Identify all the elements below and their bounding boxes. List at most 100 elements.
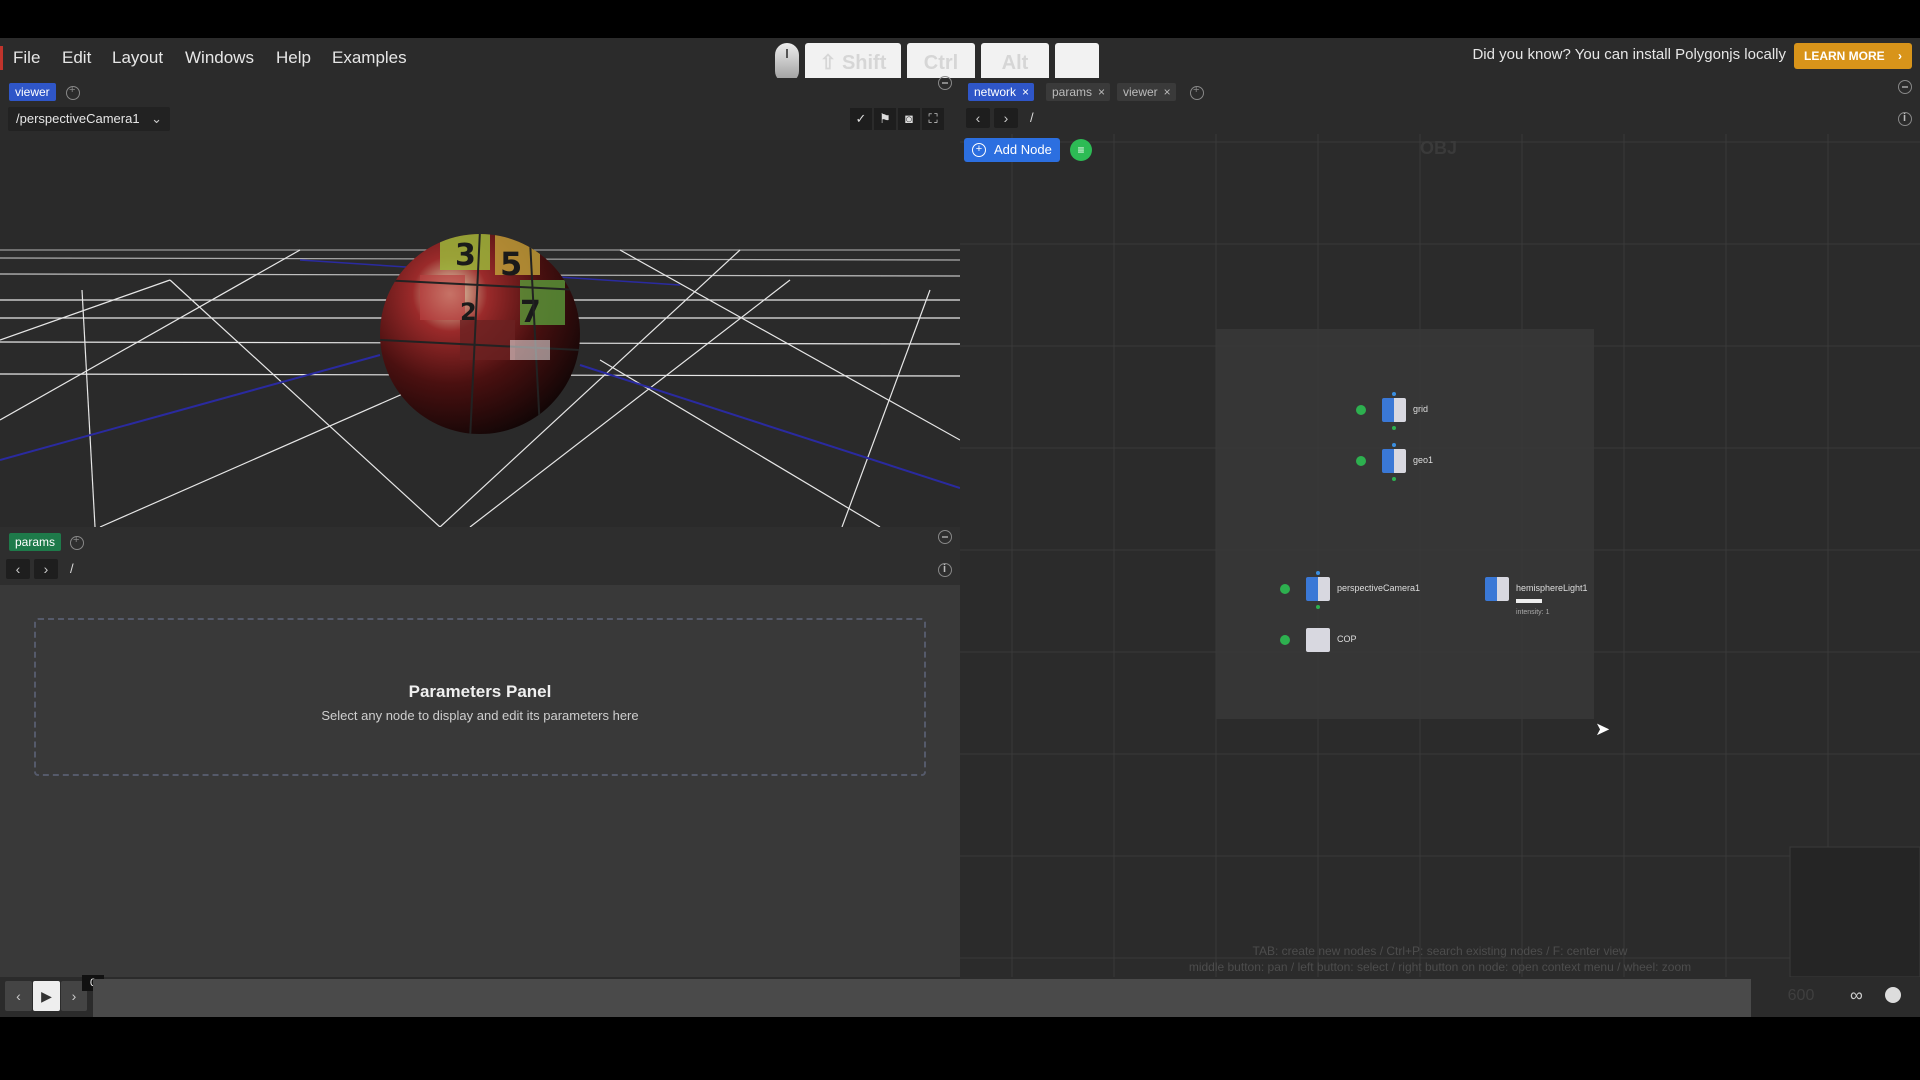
add-panel-icon[interactable] bbox=[1190, 84, 1204, 100]
tab-params[interactable]: params × bbox=[1046, 83, 1111, 101]
app-root: File Edit Layout Windows Help Examples ⇧… bbox=[0, 0, 1920, 1080]
back-button[interactable]: ‹ bbox=[966, 108, 990, 128]
timeline: ‹ ▶ › 0 600 ∞ bbox=[0, 975, 1920, 1017]
node-icon bbox=[1306, 577, 1330, 601]
intensity-bar bbox=[1516, 599, 1542, 603]
chevron-right-icon: › bbox=[1898, 49, 1902, 63]
tab-viewer[interactable]: viewer × bbox=[1117, 83, 1176, 101]
display-flag-icon[interactable] bbox=[1280, 635, 1290, 645]
mouse-icon bbox=[775, 43, 799, 83]
menu-help[interactable]: Help bbox=[276, 48, 311, 68]
forward-button[interactable]: › bbox=[994, 108, 1018, 128]
menu-bar: File Edit Layout Windows Help Examples ⇧… bbox=[0, 38, 1920, 83]
display-flag-icon[interactable] bbox=[1356, 456, 1366, 466]
mouse-pointer-icon: ➤ bbox=[1595, 719, 1611, 739]
params-panel: params ‹ › / Parameters Panel Select any… bbox=[0, 527, 960, 977]
add-panel-icon[interactable] bbox=[66, 84, 80, 100]
close-icon[interactable]: × bbox=[1022, 83, 1029, 101]
camera-select-value: /perspectiveCamera1 bbox=[16, 111, 140, 126]
network-header: network × params × viewer × ‹ › / bbox=[960, 78, 1920, 134]
menu-examples[interactable]: Examples bbox=[332, 48, 407, 68]
learn-more-label: LEARN MORE bbox=[1804, 49, 1885, 63]
params-tab[interactable]: params bbox=[9, 533, 62, 551]
node-icon bbox=[1382, 398, 1406, 422]
timeline-scrubber[interactable] bbox=[93, 979, 1751, 1017]
prev-frame-button[interactable]: ‹ bbox=[5, 981, 32, 1011]
tab-network[interactable]: network × bbox=[968, 83, 1035, 101]
camera-select[interactable]: /perspectiveCamera1 ⌄ bbox=[8, 107, 170, 131]
tip-text: Did you know? You can install Polygonjs … bbox=[1472, 46, 1786, 63]
network-path: / bbox=[1030, 110, 1034, 125]
svg-text:3: 3 bbox=[455, 238, 476, 273]
forward-button[interactable]: › bbox=[34, 559, 58, 579]
display-flag-icon[interactable] bbox=[1356, 405, 1366, 415]
clock-icon[interactable] bbox=[1885, 987, 1901, 1003]
learn-more-button[interactable]: LEARN MORE › bbox=[1794, 43, 1912, 69]
viewport-scene: 3 5 7 2 bbox=[0, 234, 960, 527]
collapse-icon[interactable] bbox=[1898, 80, 1912, 94]
list-icon[interactable]: ≡ bbox=[1070, 139, 1092, 161]
3d-viewport[interactable]: 3 5 7 2 bbox=[0, 140, 960, 527]
collapse-icon[interactable] bbox=[938, 530, 952, 544]
collapse-icon[interactable] bbox=[938, 76, 952, 90]
params-path: / bbox=[70, 561, 74, 576]
node-icon bbox=[1382, 449, 1406, 473]
plus-icon: + bbox=[972, 143, 986, 157]
close-icon[interactable]: × bbox=[1098, 83, 1105, 101]
node-label: COP bbox=[1337, 634, 1357, 644]
info-icon[interactable] bbox=[1898, 112, 1912, 126]
display-flag-icon[interactable] bbox=[1280, 584, 1290, 594]
shift-key: ⇧ Shift bbox=[805, 43, 901, 83]
fullscreen-icon[interactable]: ⛶ bbox=[922, 108, 944, 130]
svg-text:7: 7 bbox=[520, 295, 541, 330]
network-panel: network × params × viewer × ‹ › / bbox=[960, 78, 1920, 977]
output-dot bbox=[1392, 477, 1396, 481]
check-icon[interactable]: ✓ bbox=[850, 108, 872, 130]
blank-key bbox=[1055, 43, 1099, 83]
svg-text:2: 2 bbox=[460, 298, 477, 326]
input-dot bbox=[1316, 571, 1320, 575]
tab-params-label: params bbox=[1052, 85, 1093, 99]
input-dot bbox=[1392, 443, 1396, 447]
node-icon bbox=[1306, 628, 1330, 652]
play-button[interactable]: ▶ bbox=[33, 981, 60, 1011]
back-button[interactable]: ‹ bbox=[6, 559, 30, 579]
camera-icon[interactable]: ◙ bbox=[898, 108, 920, 130]
alt-key: Alt bbox=[981, 43, 1049, 83]
node-icon bbox=[1485, 577, 1509, 601]
output-dot bbox=[1392, 426, 1396, 430]
tab-viewer-label: viewer bbox=[1123, 85, 1158, 99]
network-hint-1: TAB: create new nodes / Ctrl+P: search e… bbox=[1252, 944, 1628, 958]
svg-text:5: 5 bbox=[500, 245, 522, 283]
info-icon[interactable] bbox=[938, 563, 952, 577]
add-panel-icon[interactable] bbox=[70, 534, 84, 550]
add-node-label: Add Node bbox=[994, 142, 1052, 157]
node-label: perspectiveCamera1 bbox=[1337, 583, 1421, 593]
viewer-panel: viewer /perspectiveCamera1 ⌄ ✓ ⚑ ◙ ⛶ bbox=[0, 76, 960, 527]
params-body: Parameters Panel Select any node to disp… bbox=[0, 585, 960, 977]
end-frame[interactable]: 600 bbox=[1763, 987, 1839, 1005]
params-empty-state: Parameters Panel Select any node to disp… bbox=[34, 618, 926, 776]
chevron-down-icon: ⌄ bbox=[151, 111, 162, 126]
menu-edit[interactable]: Edit bbox=[62, 48, 91, 68]
menu-accent bbox=[0, 46, 3, 70]
add-node-button[interactable]: + Add Node bbox=[964, 138, 1060, 162]
output-dot bbox=[1316, 605, 1320, 609]
node-label: hemisphereLight1 bbox=[1516, 583, 1588, 593]
menu-file[interactable]: File bbox=[13, 48, 40, 68]
network-context: OBJ bbox=[1420, 138, 1458, 158]
params-subtitle: Select any node to display and edit its … bbox=[321, 708, 639, 723]
menu-layout[interactable]: Layout bbox=[112, 48, 163, 68]
viewer-tab[interactable]: viewer bbox=[9, 83, 56, 101]
close-icon[interactable]: × bbox=[1164, 83, 1171, 101]
flag-icon[interactable]: ⚑ bbox=[874, 108, 896, 130]
node-label: geo1 bbox=[1413, 455, 1434, 465]
input-dot bbox=[1392, 392, 1396, 396]
node-label: grid bbox=[1413, 404, 1429, 414]
menu-windows[interactable]: Windows bbox=[185, 48, 254, 68]
node-sublabel: intensity: 1 bbox=[1516, 609, 1550, 616]
network-canvas[interactable]: OBJ + Add Node ≡ grid geo1 perspectiveCa… bbox=[960, 134, 1920, 977]
infinity-icon[interactable]: ∞ bbox=[1850, 985, 1863, 1006]
network-hint-2: middle button: pan / left button: select… bbox=[1188, 960, 1692, 974]
network-grid bbox=[960, 134, 1920, 977]
